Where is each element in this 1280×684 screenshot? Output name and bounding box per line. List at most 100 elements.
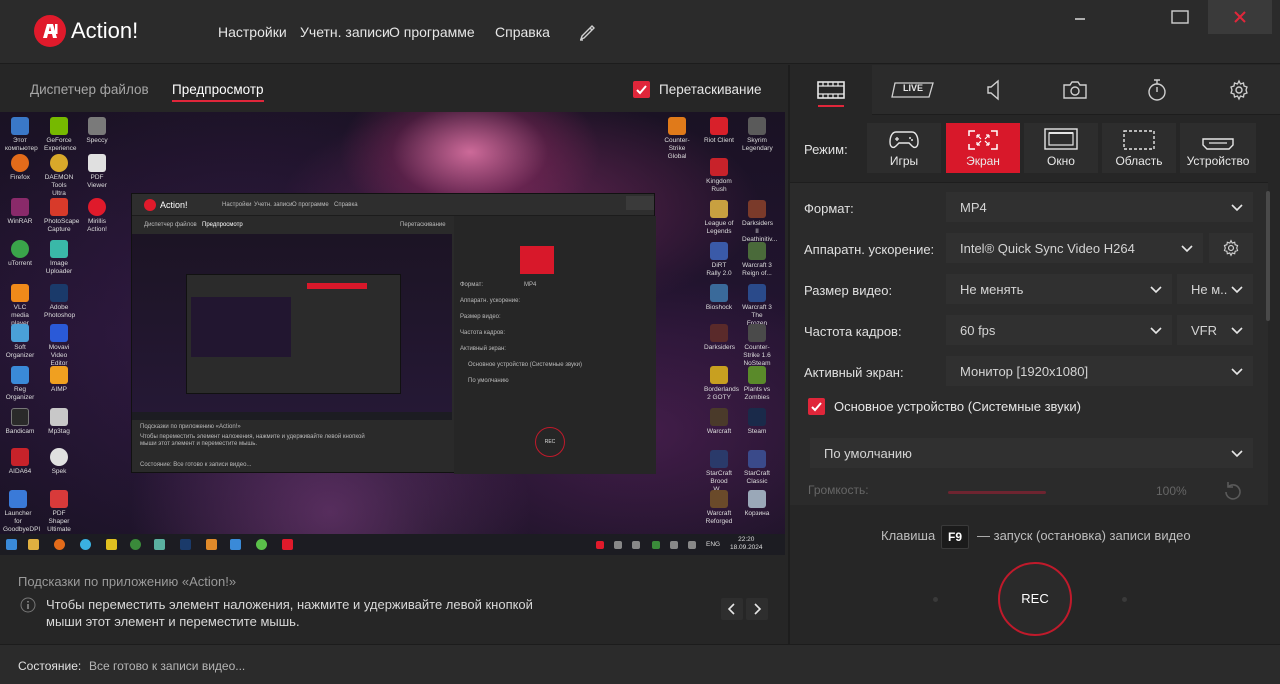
preview-area[interactable]: Этот компьютер Firefox WinRAR uTorrent V… xyxy=(0,112,785,555)
minimize-button[interactable] xyxy=(1050,0,1110,34)
clock: 22:20 18.09.2024 xyxy=(730,536,763,551)
skyrim-icon xyxy=(748,117,766,135)
nested-preview xyxy=(132,234,452,412)
video-size-select[interactable]: Не менять xyxy=(946,274,1172,304)
menu-settings[interactable]: Настройки xyxy=(218,24,287,40)
nested-hints-text: Чтобы переместить элемент наложения, наж… xyxy=(140,434,365,447)
mode-area-button[interactable]: Область xyxy=(1102,123,1176,173)
settings-list: Формат: MP4 Аппаратн. ускорение: Intel® … xyxy=(790,182,1268,505)
app-logo-icon xyxy=(34,15,66,47)
nested-rec-button: REC xyxy=(535,427,565,457)
soft-organizer-icon xyxy=(11,324,29,342)
nested-tab: Предпросмотр xyxy=(202,222,243,228)
menu-about[interactable]: О программе xyxy=(389,24,475,40)
tray-icon xyxy=(596,541,604,549)
folder-icon xyxy=(28,539,39,550)
pvz-icon xyxy=(748,366,766,384)
nested-close-icon xyxy=(626,196,654,210)
film-icon xyxy=(817,81,845,99)
chevron-down-icon xyxy=(1150,327,1162,335)
aimp-taskbar-icon xyxy=(106,539,117,550)
computer-icon xyxy=(11,117,29,135)
status-label: Состояние: xyxy=(18,659,82,673)
nested-setting: Формат: xyxy=(460,282,483,288)
riot-icon xyxy=(710,117,728,135)
maximize-button[interactable] xyxy=(1150,0,1210,34)
tab-settings[interactable] xyxy=(1198,65,1280,115)
format-select[interactable]: MP4 xyxy=(946,192,1253,222)
photoshop-icon xyxy=(50,284,68,302)
drag-checkbox[interactable] xyxy=(633,81,650,98)
nested-logo-icon xyxy=(144,199,156,211)
warcraft-reforged-icon xyxy=(710,490,728,508)
kingdom-icon xyxy=(710,158,728,176)
active-screen-select[interactable]: Монитор [1920x1080] xyxy=(946,356,1253,386)
rec-indicator-dot xyxy=(1122,597,1127,602)
tray-icon xyxy=(614,541,622,549)
mode-selector: Режим: Игры Экран Окно Область Устройств… xyxy=(790,116,1280,182)
settings-scrollbar[interactable] xyxy=(1266,191,1270,321)
tab-timer[interactable] xyxy=(1116,65,1198,115)
reset-volume-icon[interactable] xyxy=(1220,479,1246,505)
hint-next-button[interactable] xyxy=(746,598,768,620)
firefox-icon xyxy=(11,154,29,172)
pdf-shaper-icon xyxy=(50,490,68,508)
nested-setting: MP4 xyxy=(524,282,537,288)
menu-accounts[interactable]: Учетн. записи xyxy=(300,24,390,40)
mode-device-button[interactable]: Устройство xyxy=(1180,123,1256,173)
tab-live[interactable]: LIVE xyxy=(872,65,954,115)
hotkey-description: — запуск (остановка) записи видео xyxy=(977,528,1191,543)
gamepad-icon xyxy=(889,131,919,149)
audio-device-select[interactable]: По умолчанию xyxy=(810,438,1253,468)
language-indicator: ENG xyxy=(706,541,721,548)
cs16-icon xyxy=(748,324,766,342)
tray-icon xyxy=(670,541,678,549)
cs-icon xyxy=(668,117,686,135)
nested-setting: По умолчанию xyxy=(468,378,509,384)
volume-slider[interactable] xyxy=(948,491,1046,494)
gear-icon xyxy=(1230,79,1248,101)
nested-setting: Основное устройство (Системные звуки) xyxy=(468,362,582,368)
tab-audio[interactable] xyxy=(954,65,1036,115)
app-title: Action! xyxy=(71,18,139,43)
chevron-down-icon xyxy=(1231,204,1243,212)
speaker-icon xyxy=(987,79,999,101)
drag-label: Перетаскивание xyxy=(659,82,762,97)
tab-file-manager[interactable]: Диспетчер файлов xyxy=(30,82,149,97)
mode-games-button[interactable]: Игры xyxy=(867,123,941,173)
steam-icon xyxy=(748,408,766,426)
video-size-mode-select[interactable]: Не м... xyxy=(1177,274,1253,304)
nested-setting: Размер видео: xyxy=(460,314,501,320)
bandicam-icon xyxy=(11,408,29,426)
close-button[interactable] xyxy=(1208,0,1272,34)
winrar-icon xyxy=(11,198,29,216)
edge-icon xyxy=(80,539,91,550)
tray-icon xyxy=(688,541,696,549)
nested-mode-active xyxy=(520,246,554,274)
volume-label: Громкость: xyxy=(808,483,869,497)
warcraft3-icon xyxy=(748,242,766,260)
frame-rate-mode-select[interactable]: VFR xyxy=(1177,315,1253,345)
speccy-icon xyxy=(88,117,106,135)
firefox-taskbar-icon xyxy=(54,539,65,550)
hw-accel-settings-button[interactable] xyxy=(1209,233,1253,263)
frame-rate-select[interactable]: 60 fps xyxy=(946,315,1172,345)
mode-label: Режим: xyxy=(804,142,848,157)
hw-accel-select[interactable]: Intel® Quick Sync Video H264 xyxy=(946,233,1203,263)
windows-start-icon xyxy=(6,539,17,550)
desktop-icon: Counter-Strike Global xyxy=(662,117,692,169)
mode-window-button[interactable]: Окно xyxy=(1024,123,1098,173)
hint-prev-button[interactable] xyxy=(721,598,743,620)
mode-screen-button[interactable]: Экран xyxy=(946,123,1020,173)
tab-video[interactable] xyxy=(790,65,872,115)
stopwatch-icon xyxy=(1148,79,1166,101)
tab-preview[interactable]: Предпросмотр xyxy=(172,82,264,102)
primary-device-checkbox[interactable] xyxy=(808,398,825,415)
tab-screenshot[interactable] xyxy=(1034,65,1116,115)
rec-button[interactable]: REC xyxy=(998,562,1072,636)
area-icon xyxy=(1123,130,1155,150)
nested-setting: Частота кадров: xyxy=(460,330,506,336)
pen-icon[interactable] xyxy=(578,22,598,42)
chevron-down-icon xyxy=(1231,327,1243,335)
menu-help[interactable]: Справка xyxy=(495,24,550,40)
